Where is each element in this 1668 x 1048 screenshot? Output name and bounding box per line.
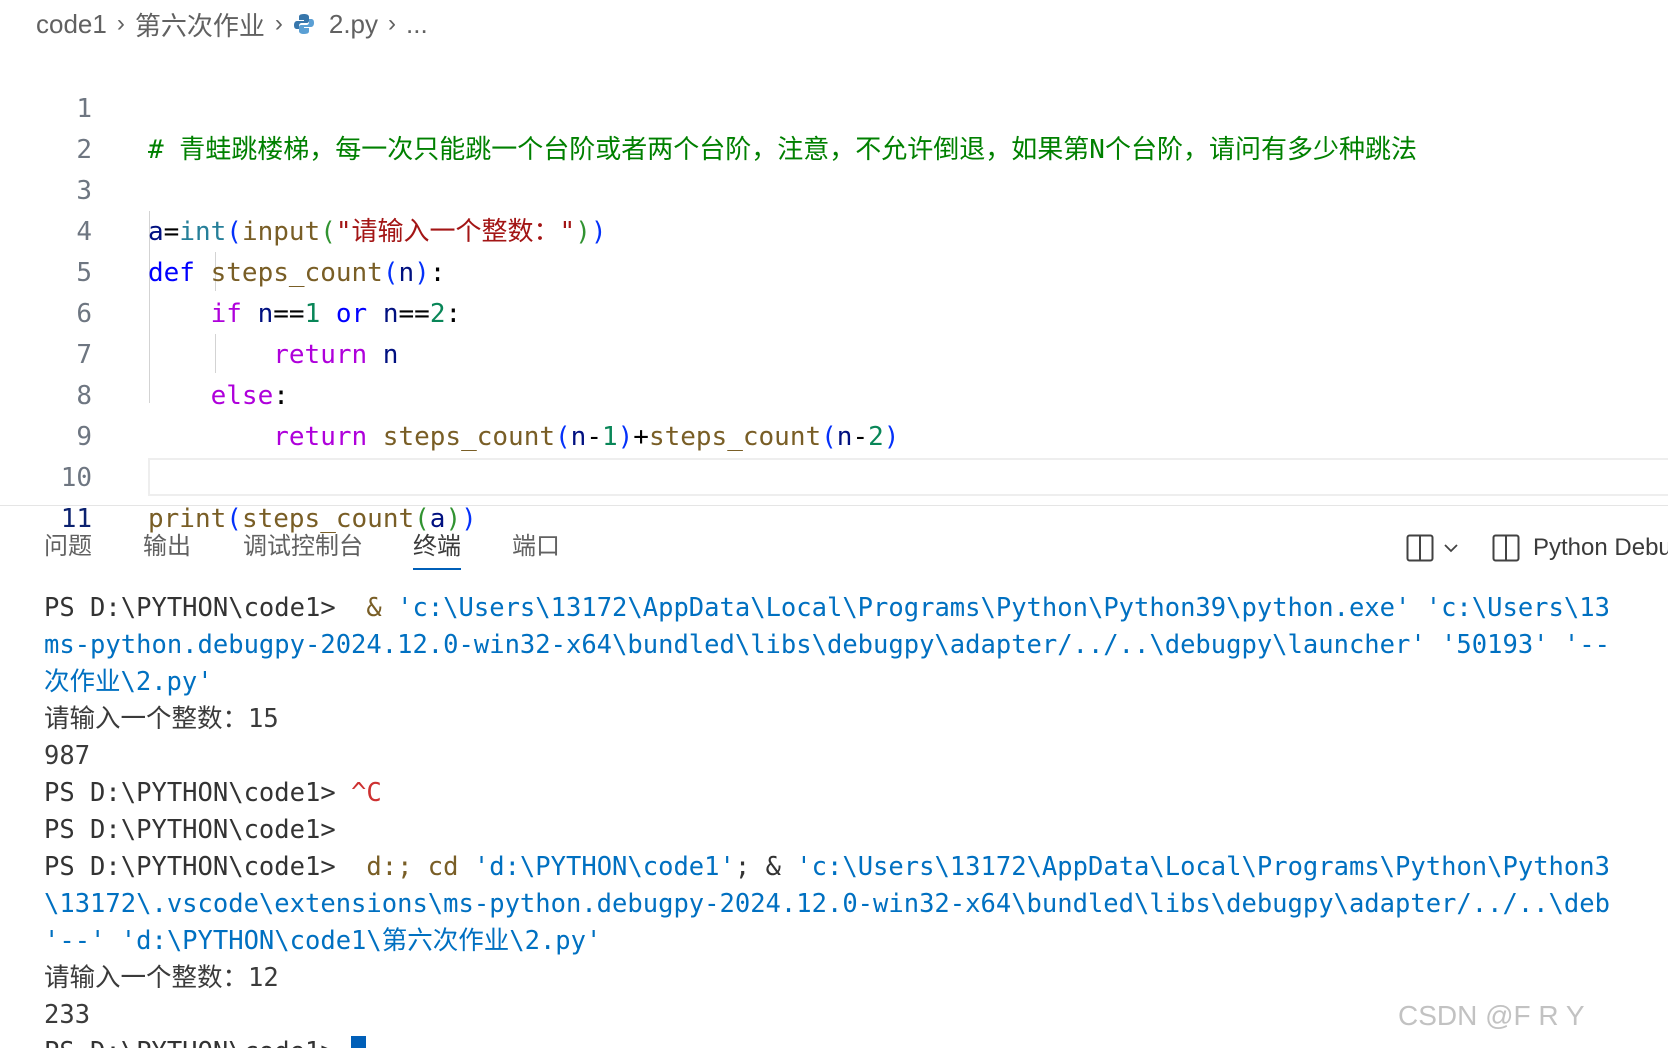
breadcrumb-file[interactable]: 2.py <box>329 9 378 40</box>
code-line: 3 a=int(input("请输入一个整数：")) <box>0 130 1668 247</box>
debug-terminal-label: Python Debu <box>1533 534 1668 561</box>
debug-terminal-selector[interactable]: Python Debu <box>1491 533 1668 563</box>
chevron-right-icon: › <box>274 10 283 37</box>
terminal-line: 次作业\2.py' <box>44 667 213 697</box>
terminal-line: PS D:\PYTHON\code1> d:; cd 'd:\PYTHON\co… <box>44 852 1610 882</box>
python-file-icon <box>293 13 315 35</box>
code-line: 4 def steps_count(n): <box>0 171 1668 288</box>
terminal-line: 请输入一个整数：15 <box>44 704 279 734</box>
code-line: 5 if n==1 or n==2: <box>0 212 1668 329</box>
terminal-line: PS D:\PYTHON\code1> ^C <box>44 778 382 808</box>
breadcrumb-folder[interactable]: code1 <box>36 9 107 40</box>
watermark: CSDN @F R Y <box>1398 1000 1585 1031</box>
terminal-line: PS D:\PYTHON\code1> <box>44 815 336 845</box>
code-line: 2 <box>0 89 1668 165</box>
tab-debug-console[interactable]: 调试控制台 <box>243 530 363 570</box>
terminal-cursor <box>351 1036 367 1048</box>
code-line: 6 return n <box>0 253 1668 370</box>
chevron-right-icon: › <box>388 10 397 37</box>
code-line: 7 else: <box>0 294 1668 411</box>
panel-actions: Python Debu <box>1405 528 1668 568</box>
code-line: 9 <box>0 376 1668 452</box>
terminal-line: 请输入一个整数：12 <box>44 963 279 993</box>
terminal-line: \13172\.vscode\extensions\ms-python.debu… <box>44 889 1610 919</box>
tab-terminal[interactable]: 终端 <box>413 530 461 570</box>
split-terminal-button[interactable] <box>1405 533 1459 563</box>
tab-problems[interactable]: 问题 <box>44 530 92 570</box>
terminal-line: ms-python.debugpy-2024.12.0-win32-x64\bu… <box>44 630 1610 660</box>
code-line: 1 # 青蛙跳楼梯，每一次只能跳一个台阶或者两个台阶，注意，不允许倒退，如果第N… <box>0 48 1668 165</box>
code-line: 11 <box>0 458 1668 534</box>
split-icon <box>1405 533 1435 563</box>
terminal-split-icon <box>1491 533 1521 563</box>
chevron-right-icon: › <box>116 10 125 37</box>
terminal-line: 233 <box>44 1000 91 1030</box>
breadcrumb-subfolder[interactable]: 第六次作业 <box>135 6 265 43</box>
tab-output[interactable]: 输出 <box>143 530 191 570</box>
terminal-output[interactable]: PS D:\PYTHON\code1> & 'c:\Users\13172\Ap… <box>0 590 1668 1048</box>
terminal-prompt-line: PS D:\PYTHON\code1> <box>44 1034 367 1048</box>
breadcrumb-more[interactable]: ... <box>406 9 428 40</box>
tab-ports[interactable]: 端口 <box>512 530 560 570</box>
terminal-line: PS D:\PYTHON\code1> & 'c:\Users\13172\Ap… <box>44 593 1610 623</box>
chevron-down-icon <box>1443 540 1459 556</box>
terminal-line: '--' 'd:\PYTHON\code1\第六次作业\2.py' <box>44 926 602 956</box>
code-editor[interactable]: 1 # 青蛙跳楼梯，每一次只能跳一个台阶或者两个台阶，注意，不允许倒退，如果第N… <box>0 48 1668 534</box>
terminal-line: 987 <box>44 741 91 771</box>
code-line: 8 return steps_count(n-1)+steps_count(n-… <box>0 335 1668 452</box>
breadcrumb: code1 › 第六次作业 › 2.py › ... <box>0 0 1668 48</box>
panel-tab-bar: 问题 输出 调试控制台 终端 端口 Python Debu <box>0 506 1668 586</box>
code-line: 10 print(steps_count(a)) <box>0 417 1668 534</box>
